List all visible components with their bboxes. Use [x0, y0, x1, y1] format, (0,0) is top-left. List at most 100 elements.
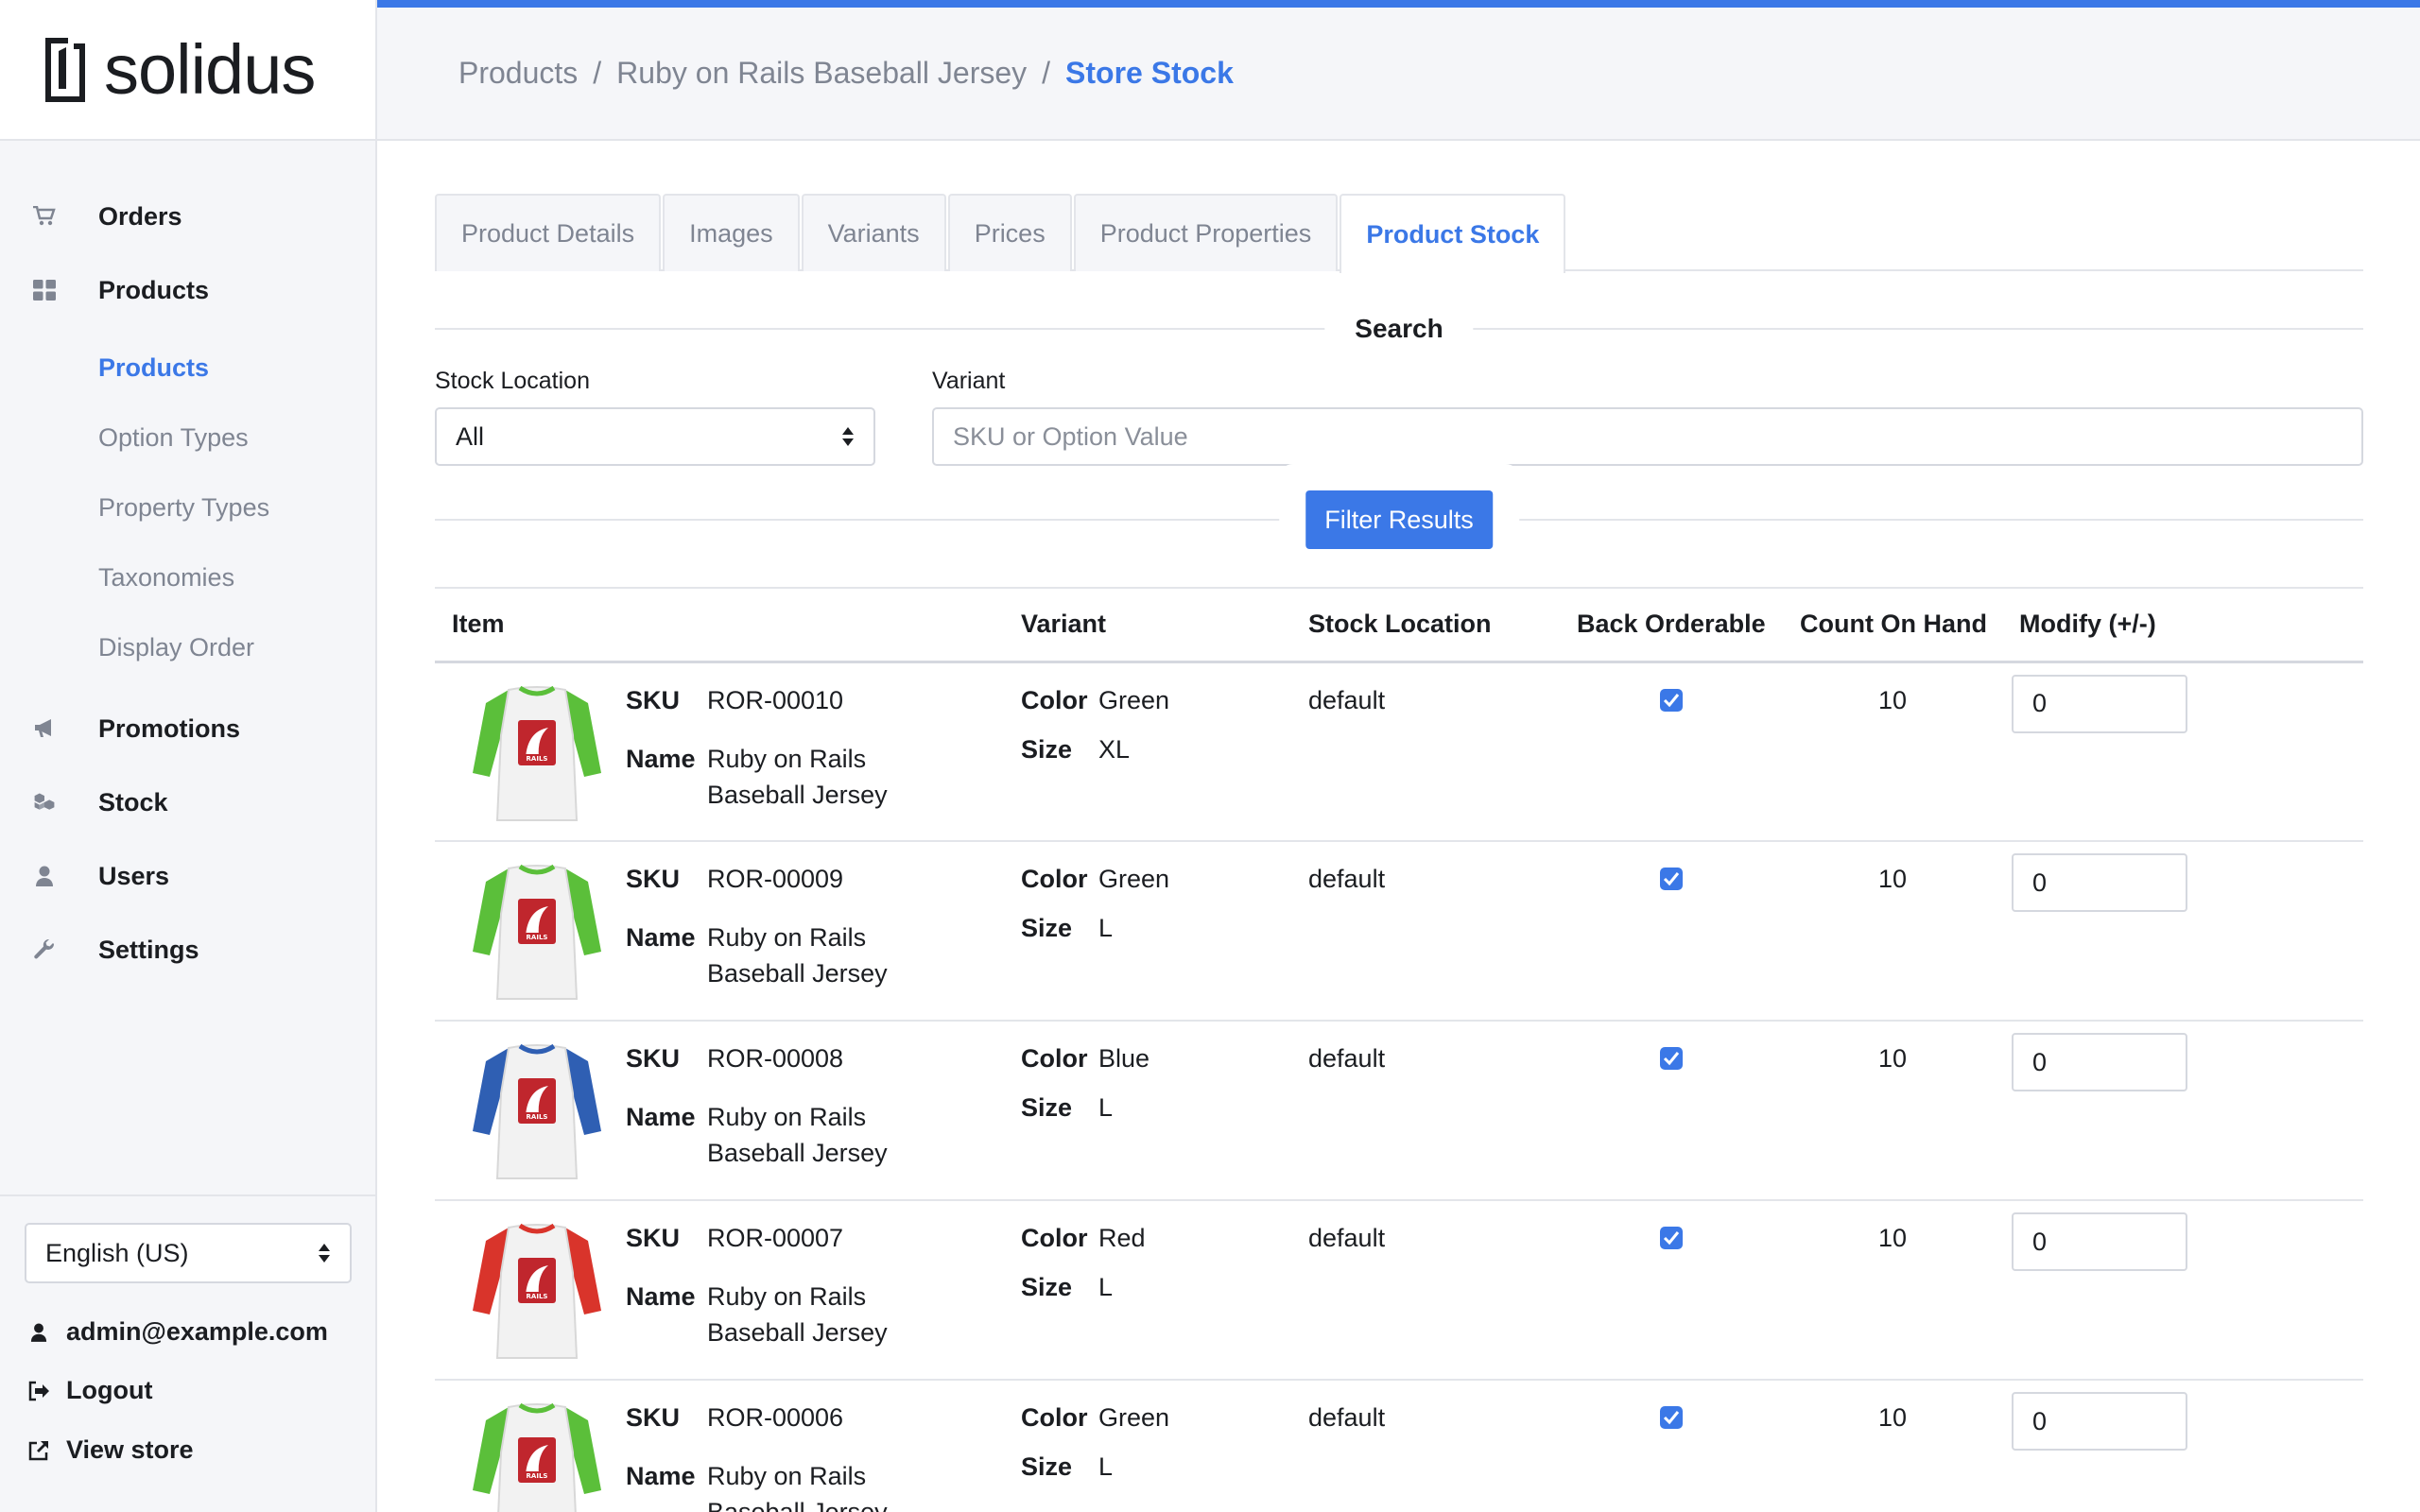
modify-quantity-input[interactable]: 0 [2012, 1033, 2187, 1091]
color-label: Color [1021, 1403, 1088, 1432]
external-link-icon [26, 1438, 51, 1463]
modify-quantity-input[interactable]: 0 [2012, 1212, 2187, 1271]
nav-item-orders[interactable]: Orders [0, 180, 375, 253]
check-icon [1663, 1052, 1680, 1066]
location-value: default [1308, 1403, 1386, 1432]
size-value: L [1098, 1273, 1114, 1301]
tab-variants[interactable]: Variants [801, 194, 946, 271]
size-value: L [1098, 1452, 1114, 1481]
tab-product-stock[interactable]: Product Stock [1340, 194, 1566, 273]
subnav-item-option-types[interactable]: Option Types [0, 403, 375, 472]
backorderable-cell [1560, 662, 1783, 842]
variant-search-input[interactable]: SKU or Option Value [932, 407, 2363, 466]
count-on-hand: 10 [1877, 1224, 1908, 1252]
bullhorn-icon [32, 716, 57, 741]
sku-value: ROR-00010 [707, 685, 844, 714]
backorderable-cell [1560, 1200, 1783, 1381]
size-label: Size [1021, 1452, 1073, 1481]
logo-text: solidus [104, 29, 316, 109]
subnav-item-property-types[interactable]: Property Types [0, 472, 375, 542]
top-accent-bar [377, 0, 2420, 8]
subnav-item-taxonomies[interactable]: Taxonomies [0, 542, 375, 612]
backorderable-checkbox[interactable] [1660, 1047, 1683, 1070]
sidebar: solidus Orders Products Products Option … [0, 0, 377, 1512]
grid-icon [32, 278, 57, 302]
tab-product-details[interactable]: Product Details [435, 194, 662, 271]
sku-label: SKU [626, 1403, 681, 1432]
backorderable-checkbox[interactable] [1660, 1227, 1683, 1249]
breadcrumb-products[interactable]: Products [458, 56, 578, 91]
products-subnav: Products Option Types Property Types Tax… [0, 327, 375, 692]
item-cell: RAILS SKU ROR-00008 Name Ruby on Rails Ba… [435, 1021, 1004, 1201]
location-value: default [1308, 1224, 1386, 1252]
nav-item-stock[interactable]: Stock [0, 765, 375, 839]
location-cell: default [1291, 1380, 1560, 1512]
variant-cell: Color Blue Size L [1004, 1021, 1291, 1201]
user-icon [32, 864, 57, 888]
item-cell: RAILS SKU ROR-00010 Name Ruby on Rails Ba… [435, 662, 1004, 842]
variant-cell: Color Red Size L [1004, 1200, 1291, 1381]
subnav-item-products[interactable]: Products [0, 333, 375, 403]
locale-value: English (US) [45, 1238, 189, 1267]
search-divider: Search [435, 314, 2363, 344]
tab-images[interactable]: Images [663, 194, 800, 271]
sku-value: ROR-00008 [707, 1044, 844, 1073]
variant-cell: Color Green Size L [1004, 1380, 1291, 1512]
color-value: Green [1098, 865, 1170, 893]
sku-label: SKU [626, 865, 681, 893]
location-cell: default [1291, 662, 1560, 842]
sku-value: ROR-00009 [707, 865, 844, 893]
breadcrumb: Products / Ruby on Rails Baseball Jersey… [377, 8, 2420, 141]
stock-location-value: All [456, 421, 485, 451]
sidebar-footer: English (US) admin@example.com Logout Vi… [0, 1194, 375, 1512]
logout-link[interactable]: Logout [26, 1376, 152, 1405]
stock-location-label: Stock Location [435, 368, 590, 394]
sku-value: ROR-00007 [707, 1224, 844, 1252]
nav-label: Products [98, 275, 210, 304]
variant-search-placeholder: SKU or Option Value [953, 421, 1188, 451]
nav-label: Promotions [98, 713, 241, 743]
user-icon [26, 1320, 51, 1345]
locale-select[interactable]: English (US) [25, 1223, 352, 1283]
search-title: Search [1324, 314, 1474, 344]
count-cell: 10 [1783, 1021, 2002, 1201]
color-value: Green [1098, 1403, 1170, 1432]
color-label: Color [1021, 1044, 1088, 1073]
variant-cell: Color Green Size L [1004, 841, 1291, 1022]
backorderable-checkbox[interactable] [1660, 1406, 1683, 1429]
check-icon [1663, 693, 1680, 707]
nav-item-settings[interactable]: Settings [0, 913, 375, 987]
view-store-link[interactable]: View store [26, 1435, 194, 1465]
nav-item-products[interactable]: Products [0, 253, 375, 327]
nav-item-users[interactable]: Users [0, 839, 375, 913]
table-header-row: Item Variant Stock Location Back Orderab… [435, 587, 2363, 663]
nav-item-promotions[interactable]: Promotions [0, 692, 375, 765]
modify-quantity-input[interactable]: 0 [2012, 1392, 2187, 1451]
sku-label: SKU [626, 1044, 681, 1073]
count-on-hand: 10 [1877, 1044, 1908, 1073]
name-label: Name [626, 923, 696, 952]
backorderable-cell [1560, 1021, 1783, 1201]
view-store-label: View store [66, 1435, 194, 1464]
tab-prices[interactable]: Prices [947, 194, 1072, 271]
color-value: Blue [1098, 1044, 1150, 1073]
filter-results-button[interactable]: Filter Results [1305, 490, 1493, 549]
count-on-hand: 10 [1877, 865, 1908, 893]
logo[interactable]: solidus [0, 0, 375, 141]
backorderable-checkbox[interactable] [1660, 688, 1683, 712]
item-cell: RAILS SKU ROR-00007 Name Ruby on Rails Ba… [435, 1200, 1004, 1381]
breadcrumb-product-name[interactable]: Ruby on Rails Baseball Jersey [616, 56, 1027, 91]
user-account-link[interactable]: admin@example.com [26, 1317, 328, 1347]
name-value: Ruby on Rails Baseball Jersey [707, 1282, 888, 1347]
stock-rows: RAILS SKU ROR-00010 Name Ruby on Rails Ba… [435, 662, 2363, 1512]
modify-quantity-input[interactable]: 0 [2012, 674, 2187, 733]
subnav-item-display-order[interactable]: Display Order [0, 612, 375, 682]
check-icon [1663, 1411, 1680, 1425]
backorderable-cell [1560, 841, 1783, 1022]
backorderable-checkbox[interactable] [1660, 868, 1683, 890]
tab-product-properties[interactable]: Product Properties [1073, 194, 1339, 271]
modify-quantity-input[interactable]: 0 [2012, 853, 2187, 912]
cubes-icon [32, 790, 57, 815]
stock-location-select[interactable]: All [435, 407, 875, 466]
location-value: default [1308, 685, 1386, 714]
